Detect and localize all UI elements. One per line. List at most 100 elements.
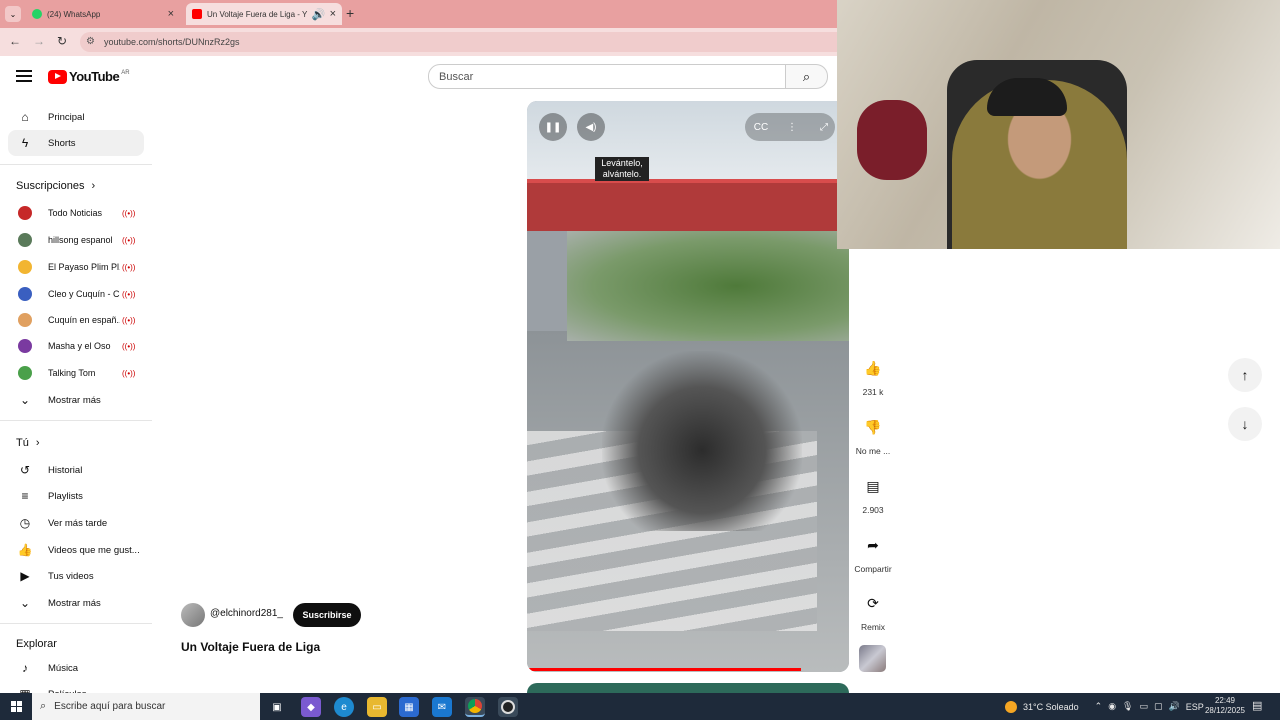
edge-icon[interactable]: e xyxy=(334,697,354,717)
subscription-item[interactable]: Cleo y Cuquín - C... ((•)) xyxy=(8,281,144,307)
show-more-label: Mostrar más xyxy=(48,597,101,609)
menu-icon[interactable] xyxy=(16,70,32,82)
subscription-item[interactable]: hillsong espanol ((•)) xyxy=(8,227,144,253)
video-caption: Levántelo, alvántelo. xyxy=(595,157,649,181)
subscription-label: hillsong espanol xyxy=(48,235,113,245)
new-tab-button[interactable]: + xyxy=(346,5,354,21)
show-more-subscriptions[interactable]: ⌄ Mostrar más xyxy=(8,387,144,413)
sidebar-item-principal[interactable]: ⌂ Principal xyxy=(8,104,144,130)
close-icon[interactable]: × xyxy=(330,8,336,20)
forward-arrow-icon[interactable]: → xyxy=(33,34,45,48)
share-action[interactable]: ➦ Compartir xyxy=(852,528,894,575)
clock-date: 28/12/2025 xyxy=(1204,706,1246,715)
next-short-button[interactable]: ↓ xyxy=(1228,407,1262,441)
fullscreen-button[interactable]: ⤢ xyxy=(810,113,838,141)
weather-text[interactable]: 31°C Soleado xyxy=(1023,702,1079,712)
subscription-item[interactable]: Masha y el Oso ((•)) xyxy=(8,333,144,359)
search-icon: ⌕ xyxy=(802,68,811,84)
file-explorer-icon[interactable]: ▭ xyxy=(367,697,387,717)
channel-name[interactable]: @elchinord281_ xyxy=(210,608,283,619)
youtube-logo[interactable]: YouTube AR xyxy=(48,69,130,84)
webcam-tray-icon[interactable]: ◉ xyxy=(1108,701,1116,712)
sidebar-item-historial[interactable]: ↺ Historial xyxy=(8,457,144,483)
webcam-person-hair xyxy=(987,78,1067,116)
taskbar-search-input[interactable]: ⌕ Escribe aquí para buscar xyxy=(32,693,260,720)
sidebar-item-tus-videos[interactable]: ▶ Tus videos xyxy=(8,563,144,589)
dislike-action[interactable]: 👎 No me ... xyxy=(852,410,894,457)
microphone-icon[interactable]: 🎙 xyxy=(1122,701,1133,712)
mail-icon[interactable]: ✉ xyxy=(432,697,452,717)
speaker-icon[interactable]: 🔊 xyxy=(312,8,326,21)
back-arrow-icon[interactable]: ← xyxy=(9,34,21,48)
like-count: 231 k xyxy=(862,387,884,397)
like-action[interactable]: 👍 231 k xyxy=(852,351,894,398)
url-field[interactable]: youtube.com/shorts/DUNnzRz2gs xyxy=(80,32,837,52)
tray-overflow-icon[interactable]: ⌃ xyxy=(1095,701,1103,712)
comments-action[interactable]: ▤ 2.903 xyxy=(852,469,894,516)
tab-youtube[interactable]: Un Voltaje Fuera de Liga - Y 🔊 × xyxy=(186,3,342,25)
sidebar-item-ver-mas-tarde[interactable]: ◷ Ver más tarde xyxy=(8,510,144,536)
thumbs-down-icon[interactable]: 👎 xyxy=(856,410,890,444)
live-icon: ((•)) xyxy=(122,289,136,299)
sound-thumbnail[interactable] xyxy=(859,645,886,672)
more-options-button[interactable]: ⋮ xyxy=(778,113,806,141)
live-icon: ((•)) xyxy=(122,262,136,272)
subscribe-button[interactable]: Suscribirse xyxy=(293,603,361,627)
close-icon[interactable]: × xyxy=(168,8,174,20)
remix-action[interactable]: ⟳ Remix xyxy=(852,586,894,633)
search-button[interactable]: ⌕ xyxy=(786,64,828,89)
subscriptions-heading[interactable]: Suscripciones › xyxy=(16,180,95,192)
channel-avatar xyxy=(18,233,32,247)
sidebar-item-liked-videos[interactable]: 👍 Videos que me gust... xyxy=(8,537,144,563)
sidebar-item-musica[interactable]: ♪ Música xyxy=(8,655,144,681)
tab-search-button[interactable]: ⌄ xyxy=(5,6,21,22)
caption-line: alvántelo. xyxy=(602,169,642,179)
progress-bar[interactable] xyxy=(527,668,801,671)
network-icon[interactable]: ▢ xyxy=(1154,701,1163,712)
search-placeholder: Escribe aquí para buscar xyxy=(54,701,166,712)
obs-icon[interactable] xyxy=(498,697,518,717)
captions-button[interactable]: CC xyxy=(747,113,775,141)
tab-whatsapp[interactable]: (24) WhatsApp × xyxy=(26,3,180,25)
chrome-icon[interactable] xyxy=(465,697,485,717)
subscription-item[interactable]: El Payaso Plim Pl... ((•)) xyxy=(8,254,144,280)
subscription-item[interactable]: Cuquín en españ... ((•)) xyxy=(8,307,144,333)
store-icon[interactable]: ▦ xyxy=(399,697,419,717)
more-vert-icon: ⋮ xyxy=(787,121,797,133)
previous-short-button[interactable]: ↑ xyxy=(1228,358,1262,392)
sidebar-item-playlists[interactable]: ≡ Playlists xyxy=(8,483,144,509)
subscription-label: Todo Noticias xyxy=(48,208,103,218)
video-title[interactable]: Un Voltaje Fuera de Liga xyxy=(181,640,320,654)
thumbs-up-icon[interactable]: 👍 xyxy=(856,351,890,385)
copilot-icon[interactable]: ◆ xyxy=(301,697,321,717)
start-button[interactable] xyxy=(0,693,32,720)
remix-icon[interactable]: ⟳ xyxy=(856,586,890,620)
share-icon[interactable]: ➦ xyxy=(856,528,890,562)
site-info-icon[interactable]: ⚙ xyxy=(86,36,95,47)
youtube-play-icon xyxy=(48,69,67,84)
volume-icon[interactable]: 🔊 xyxy=(1169,701,1180,712)
pause-button[interactable]: ❚❚ xyxy=(539,113,567,141)
reload-icon[interactable]: ↻ xyxy=(57,34,67,48)
weather-sun-icon xyxy=(1005,700,1017,713)
shorts-video-player[interactable]: Levántelo, alvántelo. ❚❚ ◀) CC ⋮ ⤢ xyxy=(527,101,849,672)
channel-avatar[interactable] xyxy=(181,603,205,627)
windows-taskbar: ⌕ Escribe aquí para buscar ▣ ◆ e ▭ ▦ ✉ 3… xyxy=(0,693,1280,720)
clock[interactable]: 22:49 28/12/2025 xyxy=(1198,696,1252,716)
comment-icon[interactable]: ▤ xyxy=(856,469,890,503)
notifications-icon[interactable]: ▤ xyxy=(1252,699,1262,712)
subscription-item[interactable]: Talking Tom ((•)) xyxy=(8,360,144,386)
channel-avatar xyxy=(18,206,32,220)
you-heading[interactable]: Tú › xyxy=(16,437,40,449)
search-input[interactable]: Buscar xyxy=(428,64,786,89)
webcam-background-object xyxy=(857,100,927,180)
subscription-item[interactable]: Todo Noticias ((•)) xyxy=(8,200,144,226)
dislike-label: No me ... xyxy=(855,446,891,456)
task-view-icon[interactable]: ▣ xyxy=(267,697,287,717)
show-more-you[interactable]: ⌄ Mostrar más xyxy=(8,590,144,616)
volume-button[interactable]: ◀) xyxy=(577,113,605,141)
battery-icon[interactable]: ▭ xyxy=(1139,701,1148,712)
sidebar-item-label: Videos que me gust... xyxy=(48,544,140,556)
sidebar-item-shorts[interactable]: ϟ Shorts xyxy=(8,130,144,156)
sidebar-item-label: Playlists xyxy=(48,490,83,502)
